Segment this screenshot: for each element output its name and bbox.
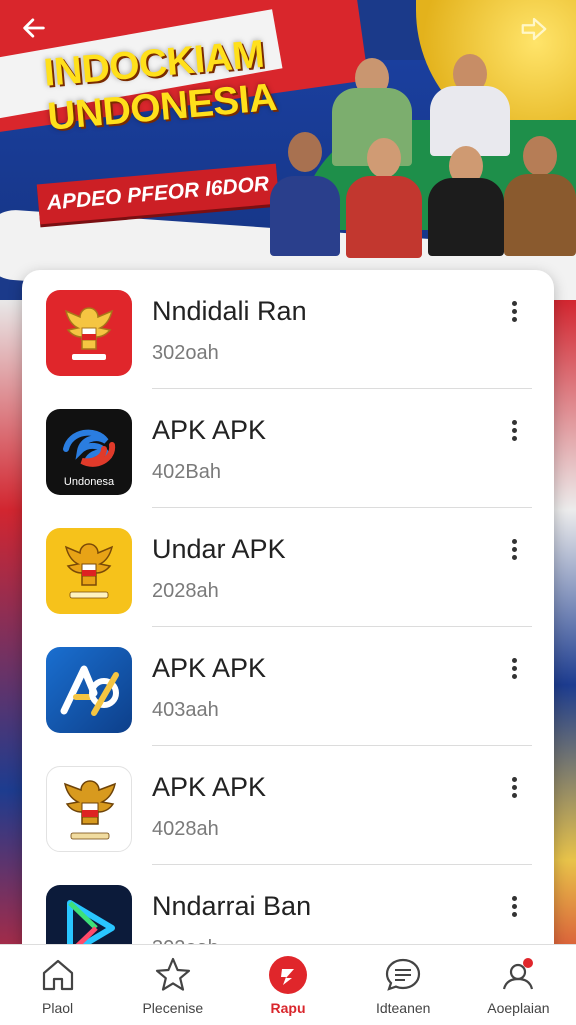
more-options-icon[interactable] <box>504 774 524 804</box>
nav-label: Rapu <box>270 1000 306 1016</box>
list-item[interactable]: Nndarrai Ban 302oah <box>22 865 554 950</box>
app-title: Nndarrai Ban <box>152 891 312 921</box>
app-size: 302oah <box>152 342 219 364</box>
swirl-logo-text: Undonesa <box>64 476 115 488</box>
nav-label: Idteanen <box>375 1000 431 1016</box>
chat-icon <box>386 958 421 991</box>
app-size: 2028ah <box>152 580 219 602</box>
garuda-emblem-red-icon <box>46 290 132 376</box>
profile-notification-icon <box>503 958 534 990</box>
star-icon <box>155 957 190 991</box>
app-title: APK APK <box>152 653 267 683</box>
nav-label: Plaol <box>42 1000 74 1016</box>
nav-item-profile[interactable]: Aoeplaian <box>461 945 576 1025</box>
list-item[interactable]: Undar APK 2028ah <box>22 508 554 627</box>
app-size: 4028ah <box>152 818 219 840</box>
app-title: APK APK <box>152 415 267 445</box>
swirl-logo-black-icon: Undonesa <box>46 409 132 495</box>
app-title: Nndidali Ran <box>152 296 307 326</box>
list-item[interactable]: APK APK 403aah <box>22 627 554 746</box>
list-item[interactable]: APK APK 4028ah <box>22 746 554 865</box>
nav-label: Aoeplaian <box>487 1000 550 1016</box>
list-item[interactable]: Undonesa APK APK 402Bah <box>22 389 554 508</box>
app-size: 403aah <box>152 699 219 721</box>
back-button[interactable] <box>14 14 54 48</box>
nav-item-rapu[interactable]: Rapu <box>230 945 345 1025</box>
lightning-icon <box>269 956 307 994</box>
nav-label: Plecenise <box>142 1000 204 1016</box>
nav-item-home[interactable]: Plaol <box>0 945 115 1025</box>
app-title: APK APK <box>152 772 267 802</box>
more-options-icon[interactable] <box>504 893 524 923</box>
garuda-emblem-white-icon <box>46 766 132 852</box>
list-item[interactable]: Nndidali Ran 302oah <box>22 270 554 389</box>
more-options-icon[interactable] <box>504 536 524 566</box>
arrow-left-icon <box>23 18 45 38</box>
app-title: Undar APK <box>152 534 286 564</box>
bottom-navigation: Plaol Plecenise Rapu Idteanen Aoeplaian <box>0 944 576 1025</box>
more-options-icon[interactable] <box>504 298 524 328</box>
play-logo-dark-icon <box>46 885 132 950</box>
banner-people-illustration <box>270 36 576 258</box>
app-size: 402Bah <box>152 461 221 483</box>
ak-logo-blue-icon <box>46 647 132 733</box>
home-icon <box>42 959 73 991</box>
garuda-emblem-yellow-icon <box>46 528 132 614</box>
nav-item-favorites[interactable]: Plecenise <box>115 945 230 1025</box>
more-options-icon[interactable] <box>504 417 524 447</box>
nav-item-messages[interactable]: Idteanen <box>346 945 461 1025</box>
app-list-card: Nndidali Ran 302oah Undonesa APK APK 402… <box>22 270 554 950</box>
more-options-icon[interactable] <box>504 655 524 685</box>
